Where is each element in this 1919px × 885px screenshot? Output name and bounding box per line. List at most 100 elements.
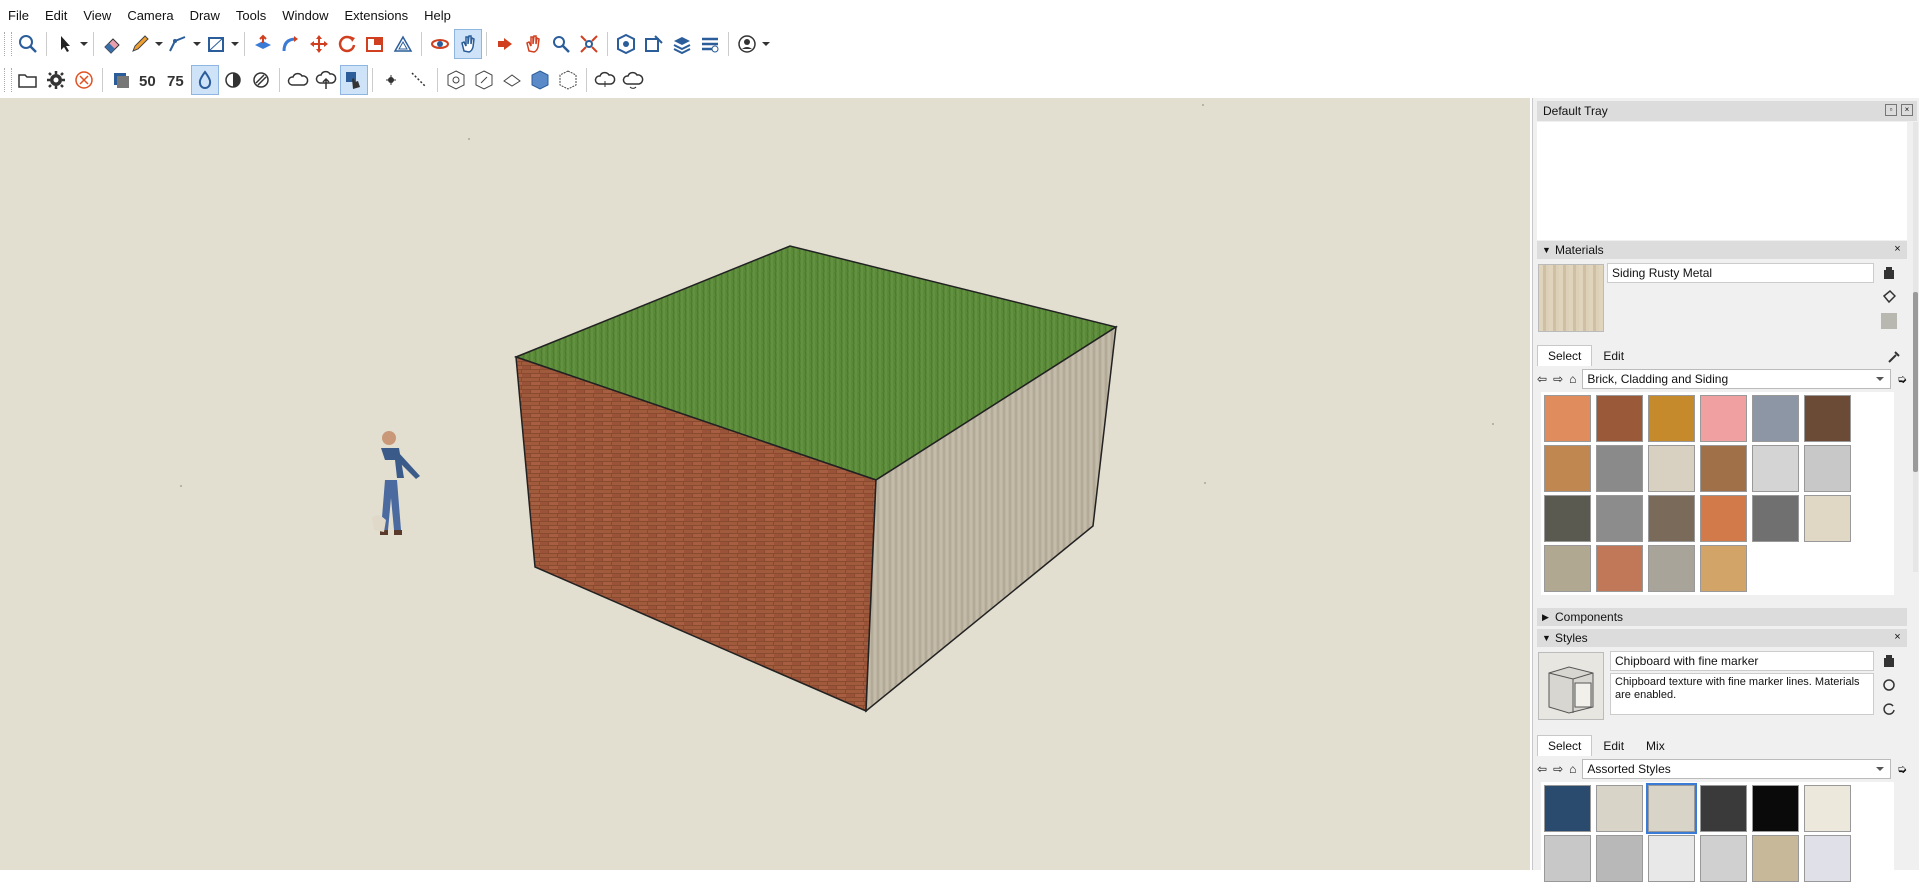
point-icon[interactable] — [377, 65, 405, 95]
orbit-icon[interactable] — [426, 29, 454, 59]
menu-draw[interactable]: Draw — [182, 6, 228, 26]
scrollbar-thumb[interactable] — [1913, 292, 1918, 472]
drop-icon[interactable] — [191, 65, 219, 95]
style-name-field[interactable]: Chipboard with fine marker — [1610, 651, 1874, 671]
zoom-extents-icon[interactable] — [14, 29, 42, 59]
paint-bucket-icon[interactable] — [1881, 288, 1897, 306]
close-panel-icon[interactable]: × — [1892, 244, 1903, 255]
menu-edit[interactable]: Edit — [37, 6, 75, 26]
menu-view[interactable]: View — [75, 6, 119, 26]
current-material-swatch[interactable] — [1538, 264, 1604, 332]
75-icon[interactable]: 75 — [163, 65, 191, 95]
forward-icon[interactable]: ⇨ — [1553, 762, 1563, 776]
account-icon[interactable] — [733, 29, 761, 59]
cloud-b-icon[interactable] — [619, 65, 647, 95]
style-thumbnail[interactable] — [1700, 785, 1747, 832]
update-style-icon[interactable] — [1881, 676, 1897, 694]
tray-scrollbar[interactable] — [1913, 122, 1918, 572]
home-icon[interactable]: ⌂ — [1569, 372, 1576, 386]
stack-icon[interactable] — [107, 65, 135, 95]
style-thumbnail[interactable] — [1804, 835, 1851, 882]
close-panel-icon[interactable]: × — [1892, 632, 1903, 643]
menu-help[interactable]: Help — [416, 6, 459, 26]
contrast-icon[interactable] — [219, 65, 247, 95]
line-dropdown[interactable] — [192, 29, 202, 59]
line-icon[interactable] — [164, 29, 192, 59]
layers-icon[interactable] — [668, 29, 696, 59]
material-swatch[interactable] — [1804, 495, 1851, 542]
tab-materials-select[interactable]: Select — [1537, 345, 1593, 366]
material-swatch[interactable] — [1752, 495, 1799, 542]
style-thumbnail[interactable] — [1596, 785, 1643, 832]
style-thumbnail[interactable] — [1700, 835, 1747, 882]
material-swatch[interactable] — [1596, 445, 1643, 492]
create-material-icon[interactable] — [1881, 264, 1897, 282]
follow-me-icon[interactable] — [277, 29, 305, 59]
view-3-icon[interactable] — [498, 65, 526, 95]
style-thumbnail[interactable] — [1544, 835, 1591, 882]
50-icon[interactable]: 50 — [135, 65, 163, 95]
materials-panel-header[interactable]: ▼ Materials × — [1537, 241, 1907, 259]
view-4-icon[interactable] — [526, 65, 554, 95]
rectangle-icon[interactable] — [202, 29, 230, 59]
home-icon[interactable]: ⌂ — [1569, 762, 1576, 776]
menu-window[interactable]: Window — [274, 6, 336, 26]
material-swatch[interactable] — [1700, 545, 1747, 592]
material-swatch[interactable] — [1752, 445, 1799, 492]
open-icon[interactable] — [14, 65, 42, 95]
offset-icon[interactable] — [389, 29, 417, 59]
back-icon[interactable]: ⇦ — [1537, 762, 1547, 776]
toolbar-grip[interactable] — [4, 32, 12, 56]
menu-file[interactable]: File — [0, 6, 37, 26]
material-swatch[interactable] — [1544, 545, 1591, 592]
style-thumbnail[interactable] — [1544, 785, 1591, 832]
rectangle-dropdown[interactable] — [230, 29, 240, 59]
move-icon[interactable] — [305, 29, 333, 59]
material-swatch[interactable] — [1596, 395, 1643, 442]
select-dropdown[interactable] — [79, 29, 89, 59]
material-swatch[interactable] — [1544, 395, 1591, 442]
material-swatch[interactable] — [1804, 395, 1851, 442]
zoom-icon[interactable] — [547, 29, 575, 59]
style-library-select[interactable]: Assorted Styles — [1582, 759, 1891, 779]
material-swatch[interactable] — [1700, 495, 1747, 542]
style-thumbnail[interactable] — [1646, 783, 1697, 834]
material-swatch[interactable] — [1700, 395, 1747, 442]
model-viewport[interactable] — [0, 98, 1530, 870]
material-swatch[interactable] — [1596, 545, 1643, 592]
account-dropdown[interactable] — [761, 29, 771, 59]
refresh-icon[interactable] — [1881, 700, 1897, 718]
pencil-dropdown[interactable] — [154, 29, 164, 59]
push-pull-icon[interactable] — [249, 29, 277, 59]
styles-panel-header[interactable]: ▼ Styles × — [1537, 629, 1907, 647]
default-material-icon[interactable] — [1881, 312, 1897, 330]
close-icon[interactable]: × — [1901, 104, 1913, 116]
tab-styles-select[interactable]: Select — [1537, 735, 1593, 756]
pin-icon[interactable]: ▫ — [1885, 104, 1897, 116]
menu-camera[interactable]: Camera — [119, 6, 181, 26]
styles-icon[interactable] — [696, 29, 724, 59]
material-swatch[interactable] — [1648, 395, 1695, 442]
components-panel-header[interactable]: ▶ Components — [1537, 608, 1907, 626]
tab-styles-mix[interactable]: Mix — [1635, 735, 1676, 756]
style-thumbnail[interactable] — [1752, 835, 1799, 882]
eraser-icon[interactable] — [98, 29, 126, 59]
details-icon[interactable]: ➭ — [1897, 372, 1907, 386]
warehouse-icon[interactable] — [612, 29, 640, 59]
dotted-line-icon[interactable] — [405, 65, 433, 95]
pencil-icon[interactable] — [126, 29, 154, 59]
rotate-icon[interactable] — [333, 29, 361, 59]
toolbar-grip[interactable] — [4, 68, 12, 92]
material-library-select[interactable]: Brick, Cladding and Siding — [1582, 369, 1891, 389]
create-style-icon[interactable] — [1881, 652, 1897, 670]
forward-icon[interactable]: ⇨ — [1553, 372, 1563, 386]
tap-icon[interactable] — [340, 65, 368, 95]
settings-icon[interactable] — [42, 65, 70, 95]
view-5-icon[interactable] — [554, 65, 582, 95]
material-swatch[interactable] — [1648, 545, 1695, 592]
cloud-x-icon[interactable] — [284, 65, 312, 95]
tab-materials-edit[interactable]: Edit — [1592, 345, 1635, 366]
walk-icon[interactable] — [491, 29, 519, 59]
style-thumbnail[interactable] — [1648, 835, 1695, 882]
eyedropper-icon[interactable] — [1887, 350, 1903, 366]
